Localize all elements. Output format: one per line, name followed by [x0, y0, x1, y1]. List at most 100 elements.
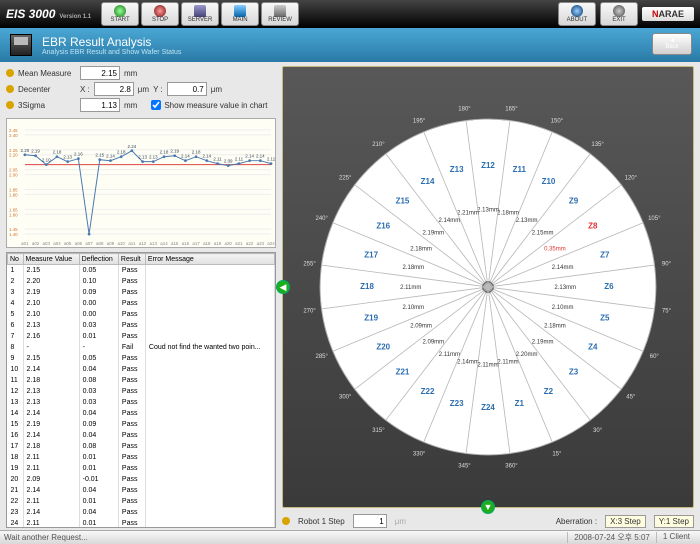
- svg-text:Z13: Z13: [450, 165, 464, 174]
- svg-text:Z18: Z18: [360, 282, 374, 291]
- robot-step-input[interactable]: [353, 514, 387, 528]
- svg-text:2.45: 2.45: [9, 128, 18, 133]
- svg-text:a03: a03: [43, 241, 51, 246]
- review-button[interactable]: REVIEW: [261, 2, 299, 26]
- table-row[interactable]: 112.180.08Pass: [8, 375, 275, 386]
- server-button[interactable]: SERVER: [181, 2, 219, 26]
- svg-text:1.40: 1.40: [9, 232, 18, 237]
- table-row[interactable]: 22.200.10Pass: [8, 276, 275, 287]
- svg-text:2.16: 2.16: [74, 152, 83, 157]
- svg-text:45°: 45°: [626, 395, 636, 401]
- table-row[interactable]: 192.110.01Pass: [8, 463, 275, 474]
- svg-text:Z2: Z2: [544, 387, 554, 396]
- table-row[interactable]: 142.140.04Pass: [8, 408, 275, 419]
- svg-text:a19: a19: [214, 241, 222, 246]
- show-value-checkbox[interactable]: Show measure value in chart: [151, 100, 267, 110]
- svg-text:Z8: Z8: [588, 222, 598, 231]
- table-row[interactable]: 222.110.01Pass: [8, 496, 275, 507]
- table-row[interactable]: 162.140.04Pass: [8, 430, 275, 441]
- table-row[interactable]: 102.140.04Pass: [8, 364, 275, 375]
- table-row[interactable]: 182.110.01Pass: [8, 452, 275, 463]
- svg-text:2.10: 2.10: [42, 158, 51, 163]
- svg-text:240°: 240°: [315, 216, 328, 222]
- svg-text:Z14: Z14: [421, 177, 435, 186]
- svg-text:2.13: 2.13: [63, 155, 72, 160]
- svg-text:2.14mm: 2.14mm: [439, 218, 461, 224]
- start-button[interactable]: START: [101, 2, 139, 26]
- stop-button[interactable]: STOP: [141, 2, 179, 26]
- svg-text:Z3: Z3: [569, 368, 579, 377]
- table-row[interactable]: 172.180.08Pass: [8, 441, 275, 452]
- svg-text:Z20: Z20: [376, 342, 390, 351]
- svg-text:a14: a14: [160, 241, 168, 246]
- aberr-y-chip: Y:1 Step: [654, 515, 694, 528]
- svg-text:255°: 255°: [303, 262, 316, 268]
- svg-text:a09: a09: [107, 241, 115, 246]
- svg-text:2.11: 2.11: [267, 157, 275, 162]
- svg-text:2.11mm: 2.11mm: [439, 352, 460, 358]
- svg-text:2.18mm: 2.18mm: [544, 324, 566, 330]
- table-row[interactable]: 32.190.09Pass: [8, 287, 275, 298]
- exit-button[interactable]: EXIT: [600, 2, 638, 26]
- mean-input[interactable]: [80, 66, 120, 80]
- table-row[interactable]: 232.140.04Pass: [8, 507, 275, 518]
- bullet-icon: [6, 69, 14, 77]
- table-row[interactable]: 132.130.03Pass: [8, 397, 275, 408]
- svg-text:a23: a23: [257, 241, 265, 246]
- title-band: EBR Result Analysis Analysis EBR Result …: [0, 28, 700, 62]
- svg-text:2.18: 2.18: [160, 150, 169, 155]
- svg-text:Z12: Z12: [481, 161, 495, 170]
- table-row[interactable]: 122.130.03Pass: [8, 386, 275, 397]
- svg-text:135°: 135°: [591, 142, 604, 148]
- svg-text:2.13mm: 2.13mm: [554, 285, 576, 291]
- svg-text:Z9: Z9: [569, 196, 579, 205]
- table-row[interactable]: 92.150.05Pass: [8, 353, 275, 364]
- svg-text:1.65: 1.65: [9, 207, 18, 212]
- decenter-label: Decenter: [18, 85, 76, 94]
- table-row[interactable]: 72.160.01Pass: [8, 331, 275, 342]
- svg-text:2.19: 2.19: [170, 149, 179, 154]
- table-row[interactable]: 212.140.04Pass: [8, 485, 275, 496]
- svg-text:Z4: Z4: [588, 342, 598, 351]
- svg-text:2.10mm: 2.10mm: [552, 305, 574, 311]
- back-button[interactable]: ◄ Back: [652, 33, 692, 55]
- svg-text:Z6: Z6: [604, 282, 614, 291]
- svg-text:a15: a15: [171, 241, 179, 246]
- table-row[interactable]: 42.100.00Pass: [8, 298, 275, 309]
- svg-text:Z10: Z10: [542, 177, 556, 186]
- svg-text:Z16: Z16: [376, 222, 390, 231]
- table-row[interactable]: 202.09-0.01Pass: [8, 474, 275, 485]
- svg-text:2.05: 2.05: [9, 168, 18, 173]
- svg-text:Z5: Z5: [600, 313, 610, 322]
- table-row[interactable]: 12.150.05Pass: [8, 265, 275, 276]
- svg-text:2.11mm: 2.11mm: [477, 362, 498, 368]
- down-arrow-button[interactable]: ▼: [481, 500, 495, 514]
- decenter-x-input[interactable]: [94, 82, 134, 96]
- svg-text:315°: 315°: [372, 428, 385, 434]
- svg-text:105°: 105°: [648, 216, 661, 222]
- svg-text:Z1: Z1: [515, 399, 525, 408]
- svg-text:2.18mm: 2.18mm: [497, 210, 519, 216]
- prev-arrow-button[interactable]: ◀: [276, 280, 290, 294]
- svg-text:a01: a01: [21, 241, 29, 246]
- svg-text:2.18: 2.18: [192, 150, 201, 155]
- svg-text:a04: a04: [53, 241, 61, 246]
- table-row[interactable]: 62.130.03Pass: [8, 320, 275, 331]
- decenter-y-input[interactable]: [167, 82, 207, 96]
- main-button[interactable]: MAIN: [221, 2, 259, 26]
- svg-text:a16: a16: [182, 241, 190, 246]
- table-row[interactable]: 52.100.00Pass: [8, 309, 275, 320]
- svg-text:1.60: 1.60: [9, 212, 18, 217]
- table-row[interactable]: 152.190.09Pass: [8, 419, 275, 430]
- about-button[interactable]: ABOUT: [558, 2, 596, 26]
- table-row[interactable]: 242.110.01Pass: [8, 518, 275, 529]
- svg-text:150°: 150°: [551, 119, 564, 125]
- svg-text:2.18mm: 2.18mm: [410, 246, 432, 252]
- svg-text:75°: 75°: [662, 308, 672, 314]
- result-table[interactable]: NoMeasure ValueDeflectionResultError Mes…: [6, 252, 276, 528]
- svg-text:a11: a11: [128, 241, 136, 246]
- svg-text:165°: 165°: [505, 107, 518, 113]
- svg-text:Z23: Z23: [450, 399, 464, 408]
- sigma-input[interactable]: [80, 98, 120, 112]
- table-row[interactable]: 8--FailCoud not find the wanted two poin…: [8, 342, 275, 353]
